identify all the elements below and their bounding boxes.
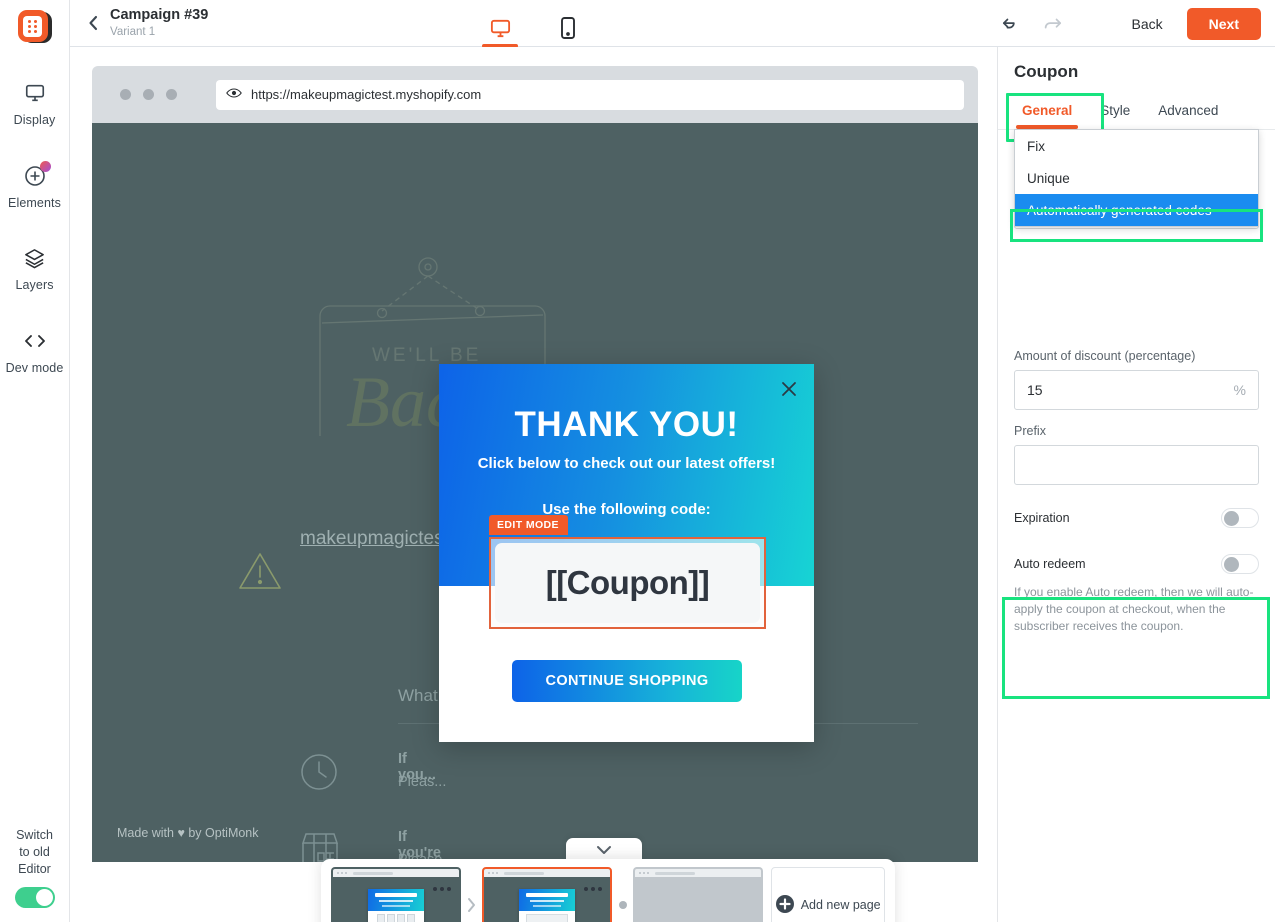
- device-mobile-button[interactable]: [548, 9, 588, 47]
- storefront-icon: [300, 831, 340, 862]
- browser-preview-frame: https://makeupmagictest.myshopify.com WE…: [92, 66, 978, 862]
- auto-redeem-label: Auto redeem: [1014, 557, 1086, 571]
- properties-panel: Coupon General Style Advanced Coupon: [997, 47, 1275, 922]
- discount-code-type-dropdown: Fix Unique Automatically generated codes: [1014, 129, 1259, 227]
- panel-title: Coupon: [1014, 62, 1079, 81]
- next-button[interactable]: Next: [1186, 7, 1261, 40]
- prefix-label: Prefix: [1014, 424, 1046, 438]
- dropdown-option-auto-generated[interactable]: Automatically generated codes: [1015, 194, 1258, 226]
- plus-circle-filled-icon: [775, 894, 794, 916]
- coupon-placeholder-text: [[Coupon]]: [545, 564, 710, 601]
- amount-of-discount-input[interactable]: 15 %: [1014, 370, 1259, 410]
- sidebar-item-label: Layers: [15, 278, 54, 293]
- sidebar-item-dev-mode[interactable]: Dev mode: [0, 328, 70, 377]
- amount-of-discount-field: Amount of discount (percentage) 15 %: [998, 349, 1275, 410]
- popup-subheading: Click below to check out our latest offe…: [477, 455, 776, 472]
- switch-editor-label: Switch to old Editor: [16, 828, 53, 877]
- chevron-right-icon: [461, 867, 482, 922]
- plus-circle-icon: [23, 160, 51, 189]
- sidebar-item-label: Elements: [8, 195, 61, 210]
- tab-general[interactable]: General: [1008, 95, 1086, 129]
- auto-redeem-help-text: If you enable Auto redeem, then we will …: [1014, 585, 1254, 633]
- thank-you-popup: THANK YOU! Click below to check out our …: [439, 364, 814, 742]
- amount-of-discount-label: Amount of discount (percentage): [1014, 349, 1196, 363]
- tab-label: General: [1022, 103, 1073, 118]
- expiration-label: Expiration: [1014, 511, 1070, 525]
- sidebar-item-label: Dev mode: [5, 360, 64, 375]
- tab-style[interactable]: Style: [1086, 95, 1144, 129]
- prefix-input[interactable]: [1014, 445, 1259, 485]
- close-x-icon[interactable]: [778, 378, 800, 400]
- top-toolbar: Campaign #39 Variant 1 Back Next: [70, 0, 1275, 48]
- layers-stack-icon: [23, 245, 46, 271]
- amount-value: 15: [1027, 382, 1043, 398]
- campaign-info: Campaign #39 Variant 1: [110, 7, 208, 39]
- panel-tabs: General Style Advanced: [998, 93, 1275, 142]
- popup-heading: THANK YOU!: [514, 405, 739, 444]
- editor-canvas: https://makeupmagictest.myshopify.com WE…: [70, 47, 997, 922]
- variant-label: Variant 1: [110, 25, 156, 38]
- left-sidebar: Display Elements Layers Dev mode Switch …: [0, 0, 70, 922]
- thumb-options-icon[interactable]: [433, 887, 451, 891]
- url-bar[interactable]: https://makeupmagictest.myshopify.com: [216, 79, 964, 110]
- page-separator-dot: [612, 867, 633, 922]
- tab-label: Style: [1100, 103, 1131, 118]
- page-thumb-main[interactable]: Main page: [331, 867, 461, 922]
- dropdown-option-fix[interactable]: Fix: [1015, 130, 1258, 162]
- url-text: https://makeupmagictest.myshopify.com: [251, 87, 482, 102]
- display-monitor-icon: [24, 80, 46, 106]
- sidebar-item-layers[interactable]: Layers: [0, 245, 70, 294]
- tab-label: Advanced: [1158, 103, 1219, 118]
- warning-triangle-icon: [238, 551, 282, 596]
- expiration-toggle[interactable]: [1221, 508, 1259, 528]
- sidebar-item-elements[interactable]: Elements: [0, 160, 70, 212]
- auto-redeem-toggle[interactable]: [1221, 554, 1259, 574]
- optimonk-logo-icon[interactable]: [16, 8, 54, 46]
- clock-icon: [300, 753, 338, 796]
- browser-chrome-bar: https://makeupmagictest.myshopify.com: [92, 66, 978, 123]
- browser-window-dots: [120, 89, 177, 100]
- auto-redeem-row: Auto redeem: [998, 554, 1275, 574]
- page-title: Campaign #39: [110, 7, 209, 24]
- chevron-left-icon[interactable]: [82, 12, 104, 34]
- prefix-field: Prefix: [998, 424, 1275, 485]
- switch-editor-block: Switch to old Editor: [14, 827, 55, 908]
- thumb-image[interactable]: [633, 867, 764, 922]
- coupon-edit-box[interactable]: [[Coupon]]: [489, 537, 766, 629]
- edit-mode-tag: EDIT MODE: [489, 515, 568, 535]
- page-strip: Main page Thank You: [321, 859, 895, 922]
- sidebar-item-label: Display: [13, 113, 56, 127]
- page-thumb-teaser[interactable]: Teaser: [633, 867, 764, 922]
- optimonk-footer-credit: Made with ♥ by OptiMonk: [117, 826, 259, 840]
- editor-root: Display Elements Layers Dev mode Switch …: [0, 0, 1275, 922]
- thumb-options-icon[interactable]: [584, 887, 603, 891]
- new-badge-dot: [39, 160, 51, 172]
- continue-shopping-button[interactable]: CONTINUE SHOPPING: [512, 660, 742, 702]
- row-text: Pleas...: [398, 774, 447, 790]
- device-desktop-button[interactable]: [480, 9, 520, 48]
- top-actions: Back Next: [1124, 0, 1261, 47]
- thumb-image[interactable]: [331, 867, 461, 922]
- add-new-page-label: Add new page: [800, 898, 881, 912]
- page-thumb-thankyou[interactable]: Thank You: [482, 867, 613, 922]
- chevron-down-icon: [596, 842, 612, 860]
- thumb-image[interactable]: [482, 867, 613, 922]
- percent-suffix: %: [1233, 382, 1246, 398]
- coupon-element-wrapper[interactable]: EDIT MODE [[Coupon]]: [489, 515, 766, 629]
- undo-redo-group: [1001, 0, 1063, 47]
- code-brackets-icon: [23, 328, 47, 354]
- undo-icon[interactable]: [1001, 13, 1023, 35]
- eye-icon: [226, 86, 242, 104]
- redo-icon[interactable]: [1041, 13, 1063, 35]
- dropdown-option-unique[interactable]: Unique: [1015, 162, 1258, 194]
- tab-advanced[interactable]: Advanced: [1144, 95, 1232, 129]
- sidebar-item-display[interactable]: Display: [0, 80, 70, 129]
- back-button[interactable]: Back: [1124, 10, 1171, 38]
- expiration-row: Expiration: [998, 508, 1275, 528]
- device-preview-switch: [480, 0, 588, 48]
- add-new-page-button[interactable]: Add new page: [771, 867, 885, 922]
- switch-old-editor-toggle[interactable]: [14, 887, 55, 908]
